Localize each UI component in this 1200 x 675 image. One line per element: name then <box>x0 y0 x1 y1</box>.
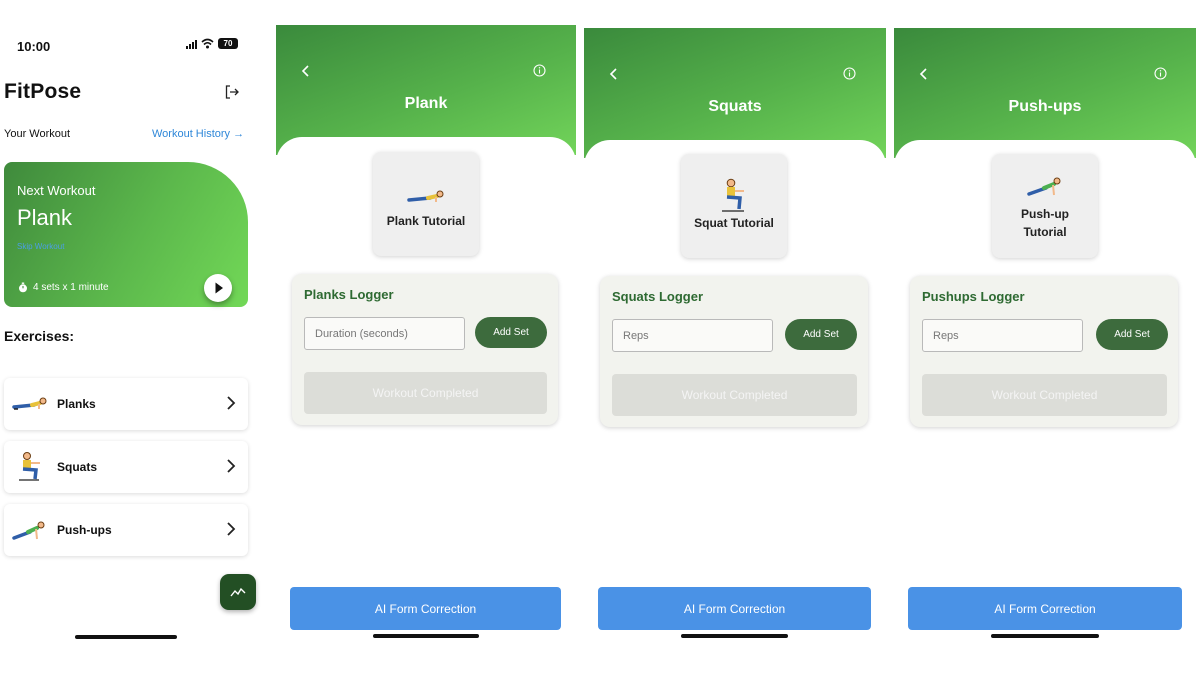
reps-input[interactable] <box>922 319 1083 352</box>
duration-input[interactable] <box>304 317 465 350</box>
back-arrow-icon[interactable] <box>608 66 620 82</box>
play-icon <box>215 282 223 294</box>
logger-title: Squats Logger <box>612 289 704 304</box>
plank-figure-icon <box>12 397 47 410</box>
squats-screen: Squats Squat Tutorial Squats Logger Add … <box>584 0 886 675</box>
tutorial-label: Push-up Tutorial <box>1021 207 1069 239</box>
exercises-title: Exercises: <box>4 328 75 344</box>
home-indicator <box>373 634 479 638</box>
ai-form-correction-button[interactable]: AI Form Correction <box>908 587 1182 630</box>
sets-info: 4 sets x 1 minute <box>18 282 109 293</box>
workout-completed-button[interactable]: Workout Completed <box>612 374 857 416</box>
tutorial-card[interactable]: Plank Tutorial <box>373 152 479 256</box>
exercise-item-pushups[interactable]: Push-ups <box>4 504 248 556</box>
pushup-figure-icon <box>1027 177 1061 196</box>
info-icon[interactable] <box>1154 67 1167 80</box>
exercise-label: Push-ups <box>57 523 112 537</box>
skip-workout-link[interactable]: Skip Workout <box>17 242 64 251</box>
workout-history-link[interactable]: Workout History → <box>152 128 244 140</box>
trending-chart-icon <box>230 587 246 597</box>
tutorial-card[interactable]: Squat Tutorial <box>681 154 787 258</box>
play-button[interactable] <box>204 274 232 302</box>
home-indicator <box>681 634 788 638</box>
info-icon[interactable] <box>533 64 546 77</box>
screen-title: Squats <box>708 98 762 115</box>
reps-input[interactable] <box>612 319 773 352</box>
info-icon[interactable] <box>843 67 856 80</box>
logout-icon[interactable] <box>224 84 240 100</box>
back-arrow-icon[interactable] <box>918 66 930 82</box>
logger-card: Squats Logger Add Set Workout Completed <box>600 276 868 427</box>
next-workout-card[interactable]: Next Workout Plank Skip Workout 4 sets x… <box>4 162 248 307</box>
add-set-button[interactable]: Add Set <box>1096 319 1168 350</box>
screen-header: Push-ups <box>894 28 1196 158</box>
plank-figure-icon <box>407 190 444 202</box>
battery-icon: 70 <box>218 38 238 49</box>
pushup-figure-icon <box>12 521 45 540</box>
your-workout-label: Your Workout <box>4 128 71 140</box>
chevron-right-icon <box>227 459 236 473</box>
exercise-item-planks[interactable]: Planks <box>4 378 248 430</box>
app-title: FitPose <box>4 80 82 103</box>
home-indicator <box>75 635 177 639</box>
pushups-screen: Push-ups Push-up Tutorial Pushups Logger… <box>894 0 1196 675</box>
add-set-button[interactable]: Add Set <box>475 317 547 348</box>
logger-title: Planks Logger <box>304 287 394 302</box>
ai-form-correction-button[interactable]: AI Form Correction <box>290 587 561 630</box>
exercise-label: Planks <box>57 397 96 411</box>
squat-figure-icon <box>722 178 744 212</box>
status-time: 10:00 <box>17 39 51 54</box>
screen-header: Squats <box>584 28 886 158</box>
tutorial-label: Squat Tutorial <box>694 216 774 230</box>
tutorial-label: Plank Tutorial <box>386 214 466 228</box>
screen-header: Plank <box>276 25 576 155</box>
ai-form-correction-button[interactable]: AI Form Correction <box>598 587 871 630</box>
home-screen: 10:00 70 FitPose Your Workout Workout Hi… <box>0 0 262 675</box>
stopwatch-icon <box>19 282 27 293</box>
logger-card: Planks Logger Add Set Workout Completed <box>292 274 558 425</box>
logger-card: Pushups Logger Add Set Workout Completed <box>910 276 1178 427</box>
workout-completed-button[interactable]: Workout Completed <box>922 374 1167 416</box>
next-workout-label: Next Workout <box>17 183 96 198</box>
squat-figure-icon <box>19 452 40 481</box>
back-arrow-icon[interactable] <box>300 63 312 79</box>
chevron-right-icon <box>227 522 236 536</box>
next-workout-name: Plank <box>17 205 73 230</box>
progress-chart-button[interactable] <box>220 574 256 610</box>
add-set-button[interactable]: Add Set <box>785 319 857 350</box>
signal-icon <box>186 39 197 49</box>
screen-title: Push-ups <box>1008 98 1082 115</box>
logger-title: Pushups Logger <box>922 289 1025 304</box>
exercise-item-squats[interactable]: Squats <box>4 441 248 493</box>
plank-screen: Plank Plank Tutorial Planks Logger Add S… <box>276 0 576 675</box>
tutorial-card[interactable]: Push-up Tutorial <box>992 154 1098 258</box>
chevron-right-icon <box>227 396 236 410</box>
sets-text: 4 sets x 1 minute <box>33 282 109 293</box>
wifi-icon <box>201 38 214 49</box>
screen-title: Plank <box>404 95 448 112</box>
workout-completed-button[interactable]: Workout Completed <box>304 372 547 414</box>
exercise-label: Squats <box>57 460 98 474</box>
home-indicator <box>991 634 1099 638</box>
status-icons: 70 <box>186 38 238 49</box>
